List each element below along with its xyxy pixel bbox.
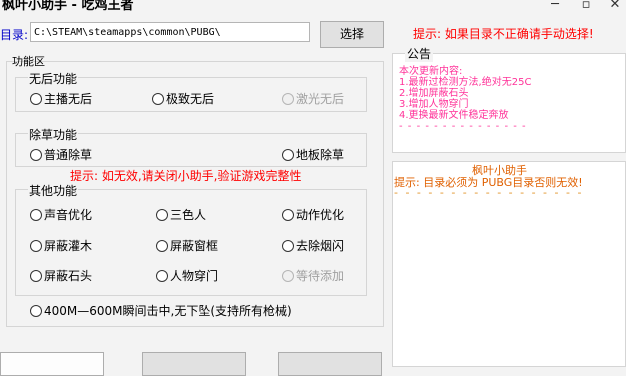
bottom-button-2[interactable] bbox=[142, 352, 246, 376]
directory-hint: 提示: 如果目录不正确请手动选择! bbox=[413, 27, 594, 41]
radio-label: 主播无后 bbox=[44, 92, 93, 106]
other-title: 其他功能 bbox=[28, 182, 79, 199]
notice-dash: - - - - - - - - - - - - - - - bbox=[399, 121, 527, 132]
maximize-button[interactable]: ▫ bbox=[575, 0, 597, 13]
radio-three-color[interactable]: 三色人 bbox=[156, 206, 206, 223]
radio-sound-optimize[interactable]: 声音优化 bbox=[30, 206, 92, 223]
notice-line: 1.最新过检测方法,绝对无25C bbox=[399, 77, 532, 88]
radio-circle[interactable] bbox=[156, 269, 168, 282]
minimize-button[interactable]: ─ bbox=[544, 0, 566, 13]
notice-line: 本次更新内容: bbox=[399, 66, 463, 77]
radio-label: 三色人 bbox=[170, 208, 207, 222]
radio-circle bbox=[282, 269, 294, 282]
notice-line: 4.更换最新文件稳定奔放 bbox=[399, 110, 509, 121]
notice-title: 公告 bbox=[405, 45, 434, 62]
radio-extreme-no-recoil[interactable]: 极致无后 bbox=[152, 90, 214, 107]
side-panel: 枫叶小助手 提示: 目录必须为 PUBG目录否则无效! - - - - - - … bbox=[392, 161, 626, 367]
title-bar: 枫叶小助手 - 吃鸡王者 ─ ▫ ✕ bbox=[0, 0, 626, 14]
notice-line: 2.增加屏蔽石头 bbox=[399, 88, 469, 99]
function-area-label: 功能区 bbox=[12, 55, 45, 68]
radio-circle[interactable] bbox=[30, 148, 42, 161]
notice-line: 3.增加人物穿门 bbox=[399, 99, 469, 110]
radio-label: 400M—600M瞬间击中,无下坠(支持所有枪械) bbox=[44, 304, 292, 318]
radio-label: 屏蔽灌木 bbox=[44, 239, 93, 253]
radio-label: 屏蔽窗框 bbox=[170, 239, 219, 253]
no-recoil-title: 无后功能 bbox=[28, 70, 79, 87]
window-title: 枫叶小助手 - 吃鸡王者 bbox=[2, 0, 134, 13]
notice-box: 本次更新内容: 1.最新过检测方法,绝对无25C 2.增加屏蔽石头 3.增加人物… bbox=[392, 53, 626, 153]
radio-pending: 等待添加 bbox=[282, 267, 344, 284]
radio-label: 激光无后 bbox=[296, 92, 345, 106]
radio-floor-grass[interactable]: 地板除草 bbox=[282, 146, 344, 163]
radio-laser-no-recoil: 激光无后 bbox=[282, 90, 344, 107]
radio-normal-grass[interactable]: 普通除草 bbox=[30, 146, 92, 163]
radio-instant-hit[interactable]: 400M—600M瞬间击中,无下坠(支持所有枪械) bbox=[30, 302, 292, 319]
grass-title: 除草功能 bbox=[28, 126, 79, 143]
radio-circle[interactable] bbox=[30, 239, 42, 252]
radio-label: 动作优化 bbox=[296, 208, 345, 222]
radio-label: 普通除草 bbox=[44, 148, 93, 162]
radio-streamer-no-recoil[interactable]: 主播无后 bbox=[30, 90, 92, 107]
radio-circle[interactable] bbox=[30, 208, 42, 221]
bottom-button-1[interactable] bbox=[0, 352, 104, 376]
radio-circle[interactable] bbox=[282, 208, 294, 221]
radio-action-optimize[interactable]: 动作优化 bbox=[282, 206, 344, 223]
side-dash: - - - - - - - - - - - - - - - - - bbox=[394, 186, 584, 199]
radio-label: 人物穿门 bbox=[170, 269, 219, 283]
radio-circle[interactable] bbox=[156, 208, 168, 221]
radio-walk-through-doors[interactable]: 人物穿门 bbox=[156, 267, 218, 284]
radio-circle bbox=[282, 92, 294, 105]
radio-circle[interactable] bbox=[30, 269, 42, 282]
radio-label: 声音优化 bbox=[44, 208, 93, 222]
radio-block-window-frames[interactable]: 屏蔽窗框 bbox=[156, 237, 218, 254]
radio-label: 去除烟闪 bbox=[296, 239, 345, 253]
close-button[interactable]: ✕ bbox=[604, 0, 626, 13]
bottom-button-3[interactable] bbox=[278, 352, 382, 376]
directory-label: 目录: bbox=[0, 28, 29, 42]
notice-content: 本次更新内容: 1.最新过检测方法,绝对无25C 2.增加屏蔽石头 3.增加人物… bbox=[399, 66, 531, 132]
radio-label: 等待添加 bbox=[296, 269, 345, 283]
directory-input[interactable]: C:\STEAM\steamapps\common\PUBG\ bbox=[30, 22, 310, 42]
radio-circle[interactable] bbox=[282, 239, 294, 252]
radio-label: 地板除草 bbox=[296, 148, 345, 162]
radio-circle[interactable] bbox=[152, 92, 164, 105]
radio-circle[interactable] bbox=[30, 304, 42, 317]
radio-circle[interactable] bbox=[282, 148, 294, 161]
radio-circle[interactable] bbox=[30, 92, 42, 105]
radio-block-rocks[interactable]: 屏蔽石头 bbox=[30, 267, 92, 284]
radio-block-bushes[interactable]: 屏蔽灌木 bbox=[30, 237, 92, 254]
radio-label: 极致无后 bbox=[166, 92, 215, 106]
integrity-hint: 提示: 如无效,请关闭小助手,验证游戏完整性 bbox=[70, 169, 302, 183]
radio-label: 屏蔽石头 bbox=[44, 269, 93, 283]
radio-remove-smoke-flash[interactable]: 去除烟闪 bbox=[282, 237, 344, 254]
radio-circle[interactable] bbox=[156, 239, 168, 252]
browse-button[interactable]: 选择 bbox=[320, 21, 384, 48]
